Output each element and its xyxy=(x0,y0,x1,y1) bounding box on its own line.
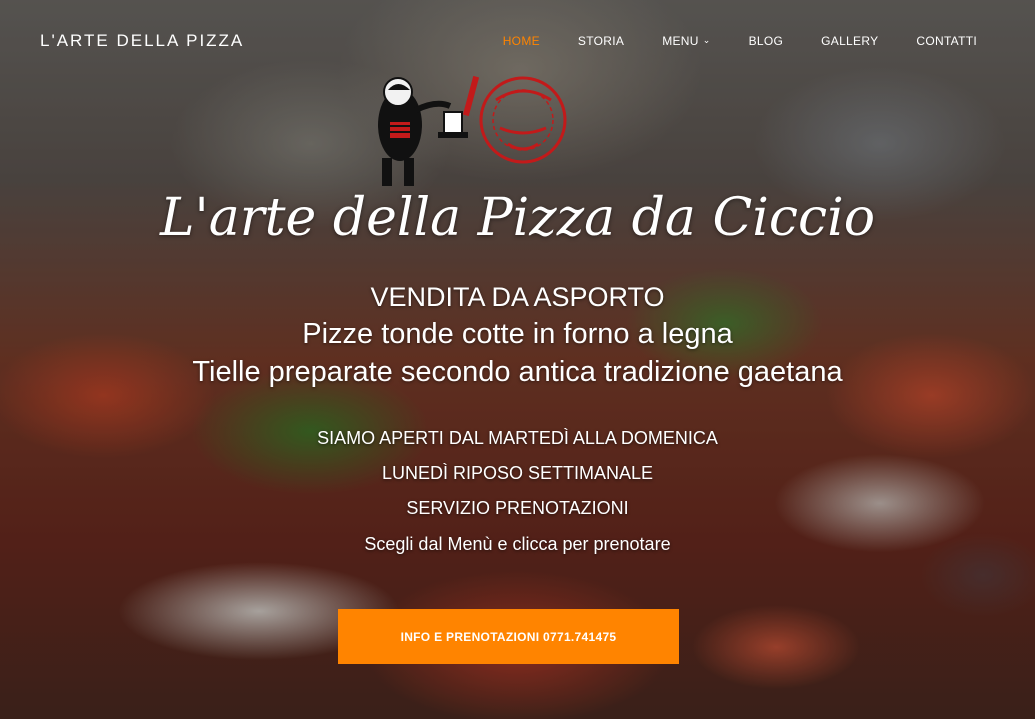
nav-item-home[interactable]: HOME xyxy=(503,34,540,48)
nav-item-menu[interactable]: MENU ⌄ xyxy=(662,34,710,48)
hero-subtitle-pizza: Pizze tonde cotte in forno a legna xyxy=(302,318,733,350)
nav-item-gallery[interactable]: GALLERY xyxy=(821,34,878,48)
hero-title: L'arte della Pizza da Ciccio xyxy=(159,188,876,248)
nav-item-label: HOME xyxy=(502,34,540,48)
site-brand[interactable]: L'ARTE DELLA PIZZA xyxy=(40,31,244,51)
main-nav: HOME STORIA MENU ⌄ BLOG GALLERY CONTATTI xyxy=(465,34,977,48)
hero-subtitle-takeaway: VENDITA DA ASPORTO xyxy=(370,282,665,312)
nav-item-label: MENU xyxy=(662,34,699,48)
pizzeria-mascot-logo xyxy=(378,75,567,186)
nav-item-label: CONTATTI xyxy=(916,34,977,48)
menu-hint-text: Scegli dal Menù e clicca per prenotare xyxy=(364,534,671,554)
nav-item-blog[interactable]: BLOG xyxy=(749,34,784,48)
nav-item-contatti[interactable]: CONTATTI xyxy=(916,34,977,48)
nav-item-storia[interactable]: STORIA xyxy=(578,34,624,48)
opening-days-text: SIAMO APERTI DAL MARTEDÌ ALLA DOMENICA xyxy=(317,428,718,448)
info-booking-button[interactable]: INFO E PRENOTAZIONI 0771.741475 xyxy=(338,609,679,664)
rest-day-text: LUNEDÌ RIPOSO SETTIMANALE xyxy=(381,463,654,483)
nav-item-label: GALLERY xyxy=(821,34,879,48)
booking-service-text: SERVIZIO PRENOTAZIONI xyxy=(406,498,629,518)
nav-item-label: BLOG xyxy=(748,34,784,48)
chevron-down-icon: ⌄ xyxy=(702,34,711,45)
site-header: L'ARTE DELLA PIZZA HOME STORIA MENU ⌄ BL… xyxy=(0,0,1035,80)
nav-item-label: STORIA xyxy=(577,34,625,48)
hero-subtitle-tielle: Tielle preparate secondo antica tradizio… xyxy=(192,356,843,388)
